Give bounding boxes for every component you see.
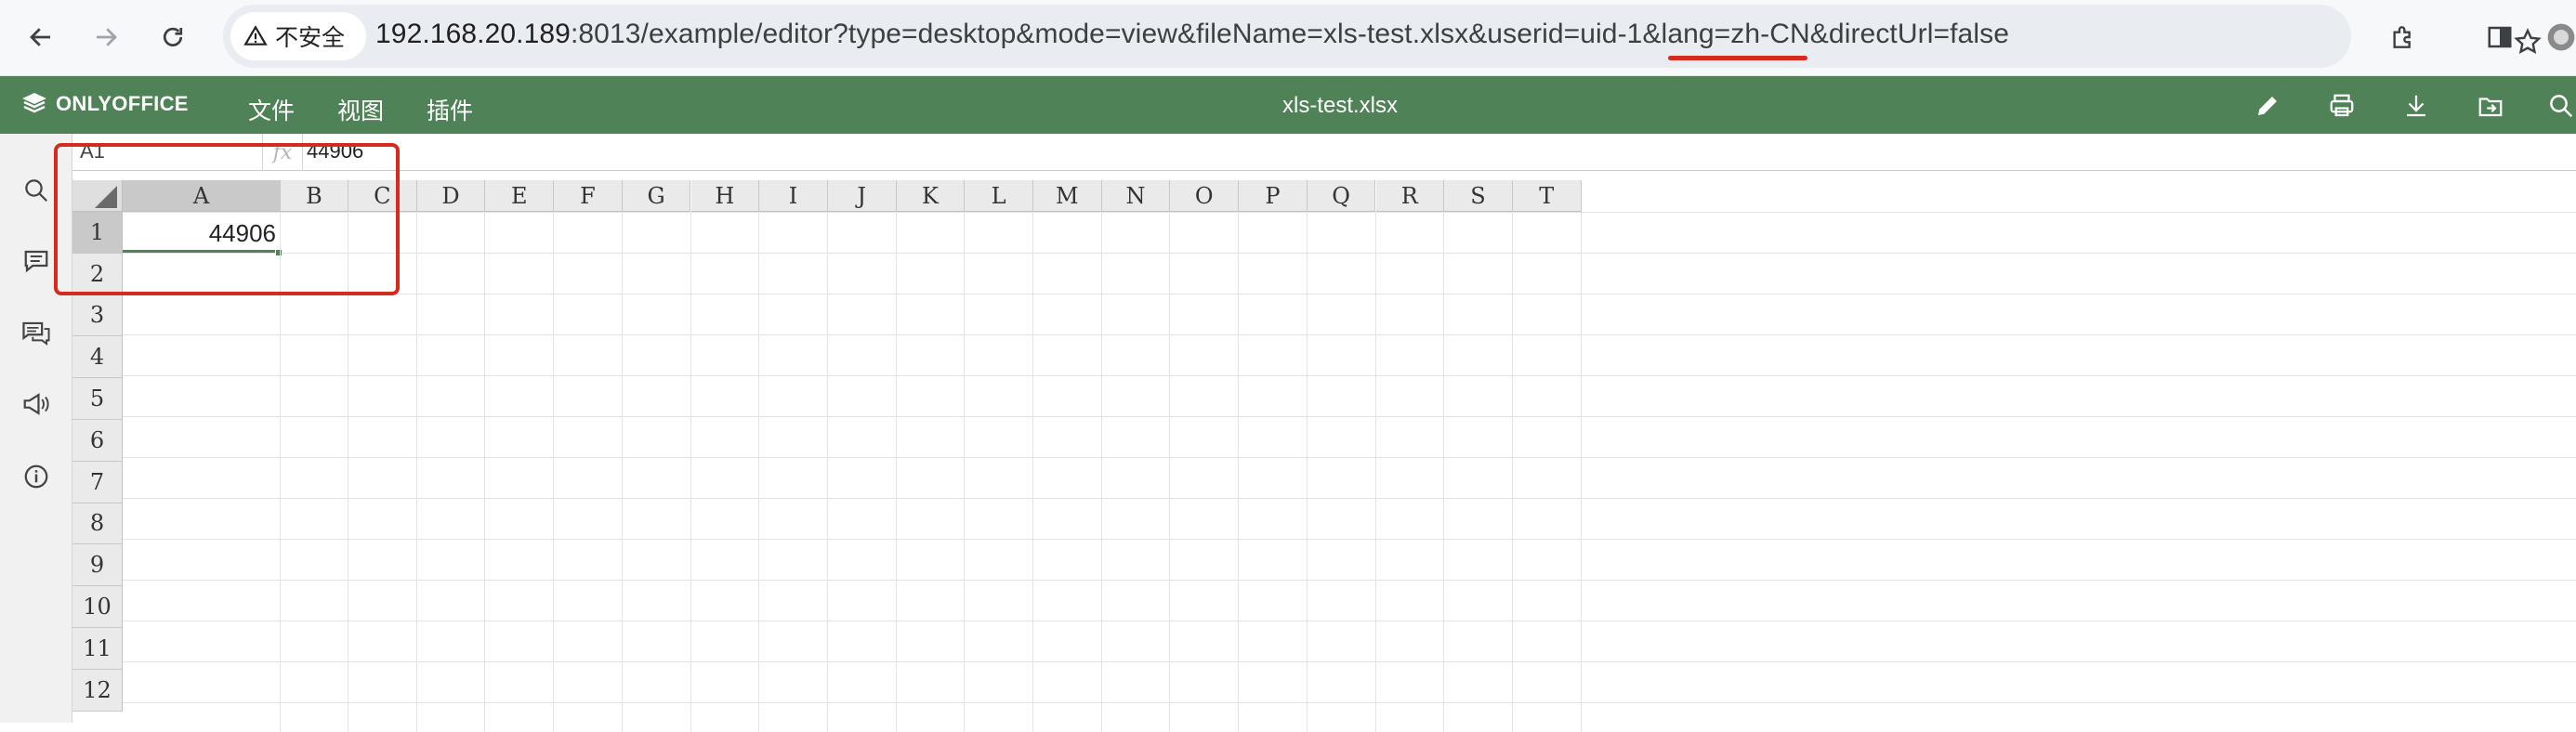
column-header-m[interactable]: M — [1033, 180, 1102, 212]
column-header-q[interactable]: Q — [1307, 180, 1376, 212]
row-header-11[interactable]: 11 — [72, 628, 123, 670]
open-location-button[interactable] — [2470, 85, 2511, 126]
header-search-button[interactable] — [2541, 85, 2576, 126]
column-header-k[interactable]: K — [896, 180, 966, 212]
reload-button[interactable] — [147, 11, 199, 63]
onlyoffice-logo[interactable]: ONLYOFFICE — [20, 91, 189, 117]
address-bar[interactable]: 不安全 192.168.20.189:8013/example/editor?t… — [223, 5, 2542, 68]
column-header-r[interactable]: R — [1375, 180, 1445, 212]
row-header-8[interactable]: 8 — [72, 503, 123, 545]
info-icon — [24, 464, 48, 489]
search-icon — [2550, 95, 2573, 118]
puzzle-icon — [2393, 26, 2411, 48]
avatar-icon — [2547, 23, 2575, 51]
sidebar-comments[interactable] — [19, 243, 54, 279]
cell-area[interactable]: 44906 — [123, 212, 2576, 732]
menu-file[interactable]: 文件 — [248, 93, 295, 126]
profile-avatar[interactable] — [2546, 11, 2576, 63]
back-arrow-icon — [30, 28, 50, 46]
print-button[interactable] — [2321, 85, 2362, 126]
megaphone-icon — [23, 393, 49, 415]
row-header-12[interactable]: 12 — [72, 669, 123, 712]
sidebar-feedback[interactable] — [19, 386, 54, 422]
column-header-h[interactable]: H — [690, 180, 760, 212]
row-header-10[interactable]: 10 — [72, 586, 123, 628]
column-gridline — [1374, 212, 1376, 732]
menu-view[interactable]: 视图 — [337, 93, 384, 126]
editor-header: ONLYOFFICE 文件 视图 插件 xls-test.xlsx — [0, 76, 2576, 134]
url-text[interactable]: 192.168.20.189:8013/example/editor?type=… — [375, 19, 2009, 50]
sidepanel-button[interactable] — [2474, 11, 2526, 63]
document-title: xls-test.xlsx — [1282, 93, 1399, 118]
sidebar-search[interactable] — [19, 173, 54, 208]
column-gridline — [621, 212, 623, 732]
column-header-g[interactable]: G — [622, 180, 691, 212]
chat-icon — [22, 321, 50, 346]
column-gridline — [1238, 212, 1240, 732]
column-gridline — [1100, 212, 1102, 732]
column-header-s[interactable]: S — [1444, 180, 1513, 212]
search-icon — [25, 179, 48, 203]
open-location-icon — [2478, 98, 2503, 117]
security-label: 不安全 — [275, 25, 346, 51]
column-header-d[interactable]: D — [416, 180, 486, 212]
edit-button[interactable] — [2247, 85, 2288, 126]
menu-plugins[interactable]: 插件 — [427, 93, 473, 126]
column-header-o[interactable]: O — [1170, 180, 1240, 212]
security-indicator[interactable]: 不安全 — [230, 12, 366, 60]
column-gridline — [553, 212, 555, 732]
column-gridline — [690, 212, 691, 732]
column-header-i[interactable]: I — [759, 180, 828, 212]
column-gridline — [484, 212, 486, 732]
extensions-button[interactable] — [2377, 11, 2429, 63]
forward-arrow-icon — [97, 28, 117, 46]
logo-stack-icon — [22, 93, 46, 113]
row-header-9[interactable]: 9 — [72, 544, 123, 587]
reload-icon — [163, 27, 183, 46]
spreadsheet-grid[interactable]: ABCDEFGHIJKLMNOPQRST 1 2 3 4 5 6 7 8 9 10 11 12 449… — [72, 180, 2576, 732]
column-header-j[interactable]: J — [827, 180, 897, 212]
sidepanel-icon — [2488, 26, 2512, 48]
column-header-p[interactable]: P — [1239, 180, 1308, 212]
column-gridline — [1306, 212, 1308, 732]
print-icon — [2330, 94, 2354, 117]
logo-text: ONLYOFFICE — [56, 92, 189, 115]
annotation-box — [54, 143, 400, 295]
row-header-7[interactable]: 7 — [72, 461, 123, 503]
column-gridline — [964, 212, 966, 732]
row-header-5[interactable]: 5 — [72, 378, 123, 420]
warning-icon — [243, 25, 268, 46]
comment-icon — [24, 250, 48, 273]
column-gridline — [1169, 212, 1171, 732]
column-gridline — [1032, 212, 1033, 732]
column-gridline — [415, 212, 417, 732]
column-header-n[interactable]: N — [1101, 180, 1171, 212]
download-button[interactable] — [2396, 85, 2437, 126]
formula-bar: A1 fx 44906 — [72, 134, 2576, 171]
column-header-f[interactable]: F — [554, 180, 623, 212]
download-icon — [2407, 95, 2425, 117]
column-gridline — [1511, 212, 1513, 732]
column-header-t[interactable]: T — [1512, 180, 1582, 212]
url-host: 192.168.20.189 — [375, 19, 571, 49]
column-gridline — [758, 212, 760, 732]
forward-button[interactable] — [80, 11, 132, 63]
column-gridline — [1580, 212, 1582, 732]
edit-pencil-icon — [2258, 97, 2277, 115]
row-header-3[interactable]: 3 — [72, 294, 123, 337]
row-header-4[interactable]: 4 — [72, 336, 123, 379]
column-gridline — [1443, 212, 1445, 732]
row-header-6[interactable]: 6 — [72, 420, 123, 462]
column-header-e[interactable]: E — [485, 180, 555, 212]
sidebar-about[interactable] — [19, 459, 54, 494]
column-gridline — [895, 212, 897, 732]
annotation-underline — [1668, 56, 1807, 60]
url-path: :8013/example/editor?type=desktop&mode=v… — [570, 19, 2009, 49]
back-button[interactable] — [15, 11, 67, 63]
browser-toolbar: 不安全 192.168.20.189:8013/example/editor?t… — [0, 0, 2576, 76]
column-gridline — [826, 212, 828, 732]
column-header-l[interactable]: L — [965, 180, 1033, 212]
sidebar-chat[interactable] — [19, 316, 54, 351]
